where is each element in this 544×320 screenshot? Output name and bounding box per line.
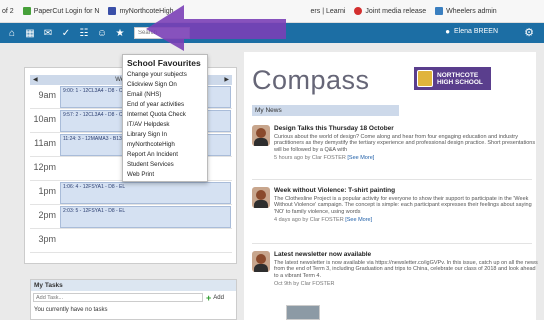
joint-media-icon bbox=[354, 7, 363, 15]
bookmark-label: of 2 bbox=[2, 7, 14, 15]
calendar-icon[interactable]: ▦ bbox=[24, 27, 36, 39]
tasks-title: My Tasks bbox=[31, 280, 236, 291]
menu-item[interactable]: myNorthcoteHigh bbox=[127, 140, 203, 150]
tasks-empty-message: You currently have no tasks bbox=[34, 307, 108, 313]
divider bbox=[252, 179, 532, 180]
calendar-event[interactable]: 2:03: 5 - 12FSYA1 - D8 - EL bbox=[60, 206, 231, 228]
see-more-link[interactable]: [See More] bbox=[345, 217, 372, 223]
prev-day-icon[interactable]: ◀ bbox=[33, 75, 38, 85]
main-content: Compass NORTHCOTE HIGH SCHOOL My News Des… bbox=[244, 52, 538, 320]
news-title[interactable]: Design Talks this Thursday 18 October bbox=[274, 125, 538, 132]
people-icon[interactable]: ☺ bbox=[96, 27, 108, 39]
bookmark-label: ers | Learni bbox=[310, 7, 346, 15]
bookmark-label: PaperCut Login for N bbox=[33, 7, 100, 15]
menu-item[interactable]: Clickview Sign On bbox=[127, 80, 203, 90]
add-task-input[interactable] bbox=[33, 293, 203, 302]
news-title[interactable]: Week without Violence: T-shirt painting bbox=[274, 187, 538, 194]
check-icon[interactable]: ✓ bbox=[60, 27, 72, 39]
mynorthcotehigh-icon bbox=[108, 7, 117, 15]
news-meta: Oct 9th by Clar FOSTER bbox=[274, 281, 538, 287]
user-menu[interactable]: ● Elena BREEN bbox=[445, 27, 498, 36]
plus-icon: + bbox=[206, 293, 212, 303]
time-label: 3pm bbox=[38, 234, 56, 244]
gear-icon[interactable]: ⚙ bbox=[524, 26, 534, 39]
news-meta: 5 hours ago by Clar FOSTER [See More] bbox=[274, 155, 538, 161]
menu-item[interactable]: Internet Quota Check bbox=[127, 110, 203, 120]
calendar-row: 1pm 1:06: 4 - 12FSYA1 - D8 - EL bbox=[30, 181, 232, 205]
time-label: 10am bbox=[33, 114, 56, 124]
bookmark-joint-media[interactable]: Joint media release bbox=[354, 7, 426, 15]
menu-item[interactable]: Report An Incident bbox=[127, 150, 203, 160]
news-body: The latest newsletter is now available v… bbox=[274, 260, 538, 279]
news-body: Curious about the world of design? Come … bbox=[274, 134, 536, 153]
menu-title: School Favourites bbox=[127, 58, 201, 68]
home-icon[interactable]: ⌂ bbox=[6, 27, 18, 39]
menu-item[interactable]: Student Services bbox=[127, 160, 203, 170]
news-body: The Clothesline Project is a popular act… bbox=[274, 196, 532, 215]
newsletter-thumbnail bbox=[286, 305, 320, 320]
tasks-panel: My Tasks +Add You currently have no task… bbox=[30, 279, 237, 320]
time-label: 1pm bbox=[38, 186, 56, 196]
logo-line2: HIGH SCHOOL bbox=[437, 78, 483, 86]
menu-item[interactable]: Change your subjects bbox=[127, 70, 203, 80]
avatar bbox=[252, 125, 270, 146]
divider bbox=[252, 243, 532, 244]
calendar-event[interactable]: 1:06: 4 - 12FSYA1 - D8 - EL bbox=[60, 182, 231, 204]
mail-icon[interactable]: ✉ bbox=[42, 27, 54, 39]
menu-item[interactable]: Web Print bbox=[127, 170, 203, 180]
logo-line1: NORTHCOTE bbox=[437, 71, 479, 79]
star-icon[interactable]: ★ bbox=[114, 27, 126, 39]
time-label: 2pm bbox=[38, 210, 56, 220]
time-label: 9am bbox=[38, 90, 56, 100]
grid-icon[interactable]: ☷ bbox=[78, 27, 90, 39]
bookmark-label: Wheelers admin bbox=[446, 7, 497, 15]
avatar bbox=[252, 251, 270, 272]
bookmark-papercut[interactable]: PaperCut Login for N bbox=[22, 7, 100, 15]
add-label: Add bbox=[213, 295, 224, 301]
menu-item[interactable]: IT/AV Helpdesk bbox=[127, 120, 203, 130]
news-time: 4 days ago by Clar FOSTER bbox=[274, 217, 344, 224]
annotation-arrow-icon bbox=[146, 5, 286, 51]
avatar bbox=[252, 187, 270, 208]
menu-item[interactable]: End of year activities bbox=[127, 100, 203, 110]
bookmark-item[interactable]: of 2 bbox=[2, 8, 14, 15]
calendar-row: 2pm 2:03: 5 - 12FSYA1 - D8 - EL bbox=[30, 205, 232, 229]
time-label: 12pm bbox=[33, 162, 56, 172]
crest-icon bbox=[417, 70, 433, 87]
news-time: Oct 9th by Clar FOSTER bbox=[274, 281, 335, 288]
bookmark-label: Joint media release bbox=[365, 7, 427, 15]
wheelers-icon bbox=[435, 7, 444, 15]
news-title[interactable]: Latest newsletter now available bbox=[274, 251, 538, 258]
menu-item[interactable]: Email (NHS) bbox=[127, 90, 203, 100]
calendar-row: 3pm bbox=[30, 229, 232, 253]
user-icon: ● bbox=[445, 27, 451, 36]
news-header: My News bbox=[252, 105, 399, 116]
bookmark-wheelers[interactable]: Wheelers admin bbox=[435, 7, 497, 15]
papercut-icon bbox=[22, 7, 31, 15]
user-name: Elena BREEN bbox=[454, 28, 498, 35]
school-logo: NORTHCOTE HIGH SCHOOL bbox=[414, 67, 491, 90]
see-more-link[interactable]: [See More] bbox=[347, 155, 374, 161]
time-label: 11am bbox=[34, 138, 56, 148]
menu-item[interactable]: Library Sign In bbox=[127, 130, 203, 140]
news-meta: 4 days ago by Clar FOSTER [See More] bbox=[274, 217, 538, 223]
add-task-button[interactable]: + Add bbox=[206, 293, 224, 303]
next-day-icon[interactable]: ▶ bbox=[224, 75, 229, 85]
school-favourites-menu: School Favourites Change your subjects C… bbox=[122, 54, 208, 182]
page-title: Compass bbox=[252, 65, 370, 95]
bookmark-learning[interactable]: ers | Learni bbox=[311, 8, 346, 15]
news-time: 5 hours ago by Clar FOSTER bbox=[274, 155, 346, 162]
